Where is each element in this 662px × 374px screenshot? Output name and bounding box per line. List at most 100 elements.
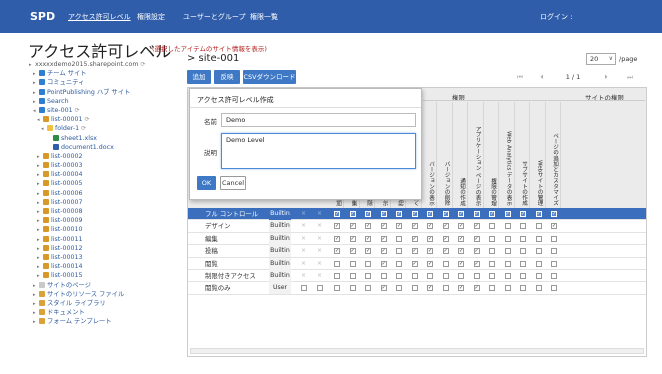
permission-checkbox[interactable] — [396, 273, 402, 279]
permission-checkbox[interactable] — [458, 273, 464, 279]
permission-checkbox[interactable] — [489, 248, 495, 255]
tree-item[interactable]: ▸ xxxxxdemo2015.sharepoint.com ⟳ — [29, 60, 179, 69]
permission-checkbox[interactable]: ✓ — [458, 248, 464, 255]
refresh-icon[interactable]: ⟳ — [81, 125, 86, 132]
table-row[interactable]: 制限付きアクセス Builtin × × — [188, 270, 646, 283]
tree-item[interactable]: ▸ list-00011 — [29, 235, 179, 244]
permission-checkbox[interactable] — [442, 273, 449, 279]
permission-checkbox[interactable] — [504, 285, 511, 292]
permission-checkbox[interactable] — [520, 260, 526, 267]
permission-checkbox[interactable] — [551, 248, 557, 255]
refresh-icon[interactable]: ⟳ — [75, 107, 80, 114]
table-row[interactable]: 閲覧のみ User ✓ ✓ ✓ ✓ — [188, 282, 646, 295]
permission-checkbox[interactable]: ✓ — [535, 211, 542, 217]
permission-checkbox[interactable] — [396, 260, 402, 267]
permission-checkbox[interactable] — [411, 273, 418, 279]
permission-checkbox[interactable] — [504, 223, 511, 230]
tree-item[interactable]: ▸ list-00013 — [29, 253, 179, 262]
permission-checkbox[interactable] — [349, 260, 356, 267]
permission-checkbox[interactable] — [349, 273, 356, 279]
permission-checkbox[interactable]: ✓ — [334, 248, 340, 255]
permission-checkbox[interactable] — [411, 285, 418, 292]
permission-checkbox[interactable]: ✓ — [442, 223, 449, 230]
permission-checkbox[interactable] — [301, 285, 307, 292]
permission-checkbox[interactable] — [504, 260, 511, 267]
permission-checkbox[interactable]: ✓ — [504, 211, 511, 217]
next-page-icon[interactable]: ⏵ — [600, 70, 612, 84]
permission-checkbox[interactable]: ✓ — [334, 211, 340, 217]
permission-checkbox[interactable]: ✓ — [411, 211, 418, 217]
permission-checkbox[interactable] — [473, 273, 480, 279]
permission-checkbox[interactable]: ✓ — [551, 223, 557, 230]
permission-checkbox[interactable]: ✓ — [365, 211, 371, 217]
tree-item[interactable]: ◂ list-00001 ⟳ — [29, 115, 179, 124]
permission-checkbox[interactable]: ✓ — [458, 223, 464, 230]
tree-item[interactable]: ▸ list-00014 — [29, 262, 179, 271]
tree-item[interactable]: sheet1.xlsx — [29, 134, 179, 143]
tree-item[interactable]: ▸ サイトのページ — [29, 281, 179, 290]
permission-checkbox[interactable]: ✓ — [334, 235, 340, 242]
last-page-icon[interactable]: ⏭ — [624, 70, 636, 84]
tree-item[interactable]: ▸ list-00006 — [29, 189, 179, 198]
permission-checkbox[interactable] — [334, 285, 340, 292]
tree-item[interactable]: ▸ list-00010 — [29, 225, 179, 234]
tree-item[interactable]: ▸ コミュニティ — [29, 78, 179, 87]
permission-checkbox[interactable]: ✓ — [380, 235, 387, 242]
permission-checkbox[interactable]: ✓ — [458, 285, 464, 292]
permission-checkbox[interactable]: ✓ — [427, 285, 433, 292]
permission-checkbox[interactable]: ✓ — [411, 248, 418, 255]
permission-checkbox[interactable]: ✓ — [458, 235, 464, 242]
table-row[interactable]: 編集 Builtin × × ✓ ✓ ✓ ✓ ✓ ✓ ✓ ✓ ✓ — [188, 232, 646, 246]
add-button[interactable]: 追加 — [187, 70, 211, 84]
permission-checkbox[interactable]: ✓ — [365, 223, 371, 230]
ok-button[interactable]: OK — [197, 176, 216, 190]
permission-checkbox[interactable] — [520, 235, 526, 242]
permission-checkbox[interactable]: ✓ — [411, 260, 418, 267]
page-size-select[interactable]: 20 ∨ — [586, 53, 616, 65]
permission-checkbox[interactable]: ✓ — [396, 211, 402, 217]
permission-checkbox[interactable]: ✓ — [427, 260, 433, 267]
permission-checkbox[interactable] — [535, 248, 542, 255]
permission-checkbox[interactable]: ✓ — [349, 223, 356, 230]
permission-checkbox[interactable] — [365, 285, 371, 292]
permission-checkbox[interactable]: ✓ — [473, 235, 480, 242]
permission-checkbox[interactable] — [489, 273, 495, 279]
tree-item[interactable]: ▸ チーム サイト — [29, 69, 179, 78]
permission-checkbox[interactable] — [551, 235, 557, 242]
permission-checkbox[interactable]: ✓ — [458, 211, 464, 217]
permission-checkbox[interactable]: ✓ — [473, 285, 480, 292]
permission-checkbox[interactable]: ✓ — [349, 235, 356, 242]
reflect-button[interactable]: 反映 — [214, 70, 240, 84]
permission-checkbox[interactable] — [380, 273, 387, 279]
tree-item[interactable]: ▸ list-00008 — [29, 207, 179, 216]
permission-checkbox[interactable]: ✓ — [349, 211, 356, 217]
permission-checkbox[interactable]: ✓ — [380, 285, 387, 292]
permission-checkbox[interactable] — [520, 248, 526, 255]
permission-checkbox[interactable]: ✓ — [442, 211, 449, 217]
permission-checkbox[interactable]: ✓ — [473, 260, 480, 267]
permission-checkbox[interactable]: ✓ — [473, 211, 480, 217]
permission-checkbox[interactable]: ✓ — [380, 248, 387, 255]
tree-item[interactable]: ▸ list-00009 — [29, 216, 179, 225]
permission-checkbox[interactable]: ✓ — [442, 235, 449, 242]
permission-checkbox[interactable] — [504, 273, 511, 279]
permission-checkbox[interactable] — [442, 260, 449, 267]
permission-checkbox[interactable] — [504, 235, 511, 242]
permission-checkbox[interactable]: ✓ — [489, 211, 495, 217]
permission-checkbox[interactable]: ✓ — [380, 260, 387, 267]
nav-users-groups[interactable]: ユーザーとグループ — [183, 12, 245, 22]
tree-item[interactable]: ▸ list-00005 — [29, 179, 179, 188]
permission-checkbox[interactable] — [551, 260, 557, 267]
tree-item[interactable]: ▸ list-00007 — [29, 198, 179, 207]
permission-checkbox[interactable]: ✓ — [520, 211, 526, 217]
permission-checkbox[interactable]: ✓ — [427, 223, 433, 230]
nav-permission-list[interactable]: 権限一覧 — [250, 12, 278, 22]
nav-access-levels[interactable]: アクセス許可レベル — [68, 12, 131, 22]
tree-item[interactable]: ▸ サイトのリソース ファイル — [29, 290, 179, 299]
permission-checkbox[interactable] — [535, 260, 542, 267]
tree-item[interactable]: ▸ list-00003 — [29, 161, 179, 170]
tree-item[interactable]: ▸ list-00015 — [29, 271, 179, 280]
prev-page-icon[interactable]: ⏴ — [536, 70, 548, 84]
permission-checkbox[interactable] — [551, 273, 557, 279]
permission-checkbox[interactable]: ✓ — [427, 248, 433, 255]
